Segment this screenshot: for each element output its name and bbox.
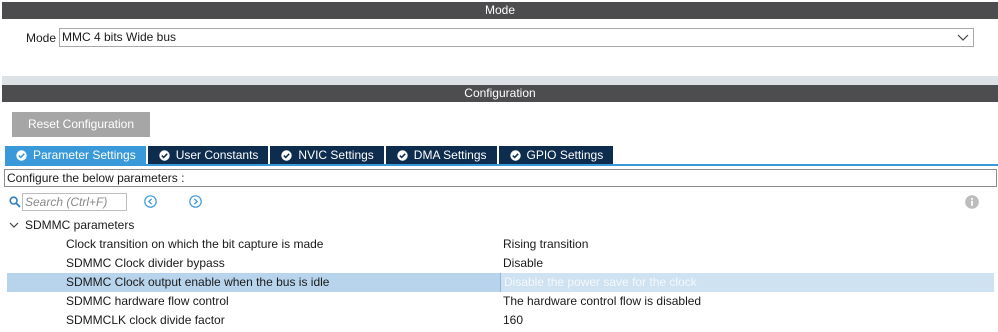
sdmmc-parameters-group[interactable]: SDMMC parameters [9,217,134,233]
parameter-name: SDMMC hardware flow control [66,294,229,308]
check-circle-icon [159,149,170,161]
settings-tabs: Parameter Settings User Constants NVIC S… [5,146,615,164]
group-title: SDMMC parameters [25,218,135,232]
check-circle-icon [397,149,408,161]
next-match-icon[interactable] [189,195,202,208]
tab-parameter-settings[interactable]: Parameter Settings [5,146,146,164]
parameter-value[interactable]: Rising transition [503,236,588,253]
reset-configuration-button[interactable]: Reset Configuration [12,112,150,137]
check-circle-icon [16,149,27,161]
search-input[interactable] [22,193,127,211]
tab-nvic-settings[interactable]: NVIC Settings [270,146,384,164]
parameter-name: Clock transition on which the bit captur… [66,237,324,251]
parameter-row[interactable]: Clock transition on which the bit captur… [7,235,994,254]
check-circle-icon [509,149,521,161]
tab-label: NVIC Settings [298,148,374,162]
mode-section-header: Mode [2,2,998,19]
search-icon [9,196,21,208]
tab-label: User Constants [175,148,259,162]
parameter-row-selected[interactable]: SDMMC Clock output enable when the bus i… [7,273,994,292]
previous-match-icon[interactable] [144,195,157,208]
parameter-row[interactable]: SDMMC hardware flow control The hardware… [7,292,994,311]
tab-label: GPIO Settings [526,148,604,162]
tab-dma-settings[interactable]: DMA Settings [385,146,497,164]
info-icon[interactable] [965,195,979,209]
tab-label: DMA Settings [413,148,487,162]
mode-select[interactable]: MMC 4 bits Wide bus [59,28,974,47]
tab-user-constants[interactable]: User Constants [147,146,269,164]
parameter-value[interactable]: Disable the power save for the clock [500,273,994,292]
section-divider [2,76,998,85]
tab-gpio-settings[interactable]: GPIO Settings [498,146,614,164]
check-circle-icon [281,149,293,161]
parameter-name: SDMMC Clock output enable when the bus i… [66,275,330,289]
chevron-down-icon [9,222,19,228]
configuration-section-header: Configuration [2,85,998,102]
parameters-info-text: Configure the below parameters : [4,169,997,187]
mode-select-value: MMC 4 bits Wide bus [62,30,177,44]
tab-underline [5,164,998,166]
parameter-row[interactable]: SDMMCLK clock divide factor 160 [7,311,994,330]
chevron-down-icon [957,34,969,41]
parameter-name: SDMMC Clock divider bypass [66,256,225,270]
parameter-value[interactable]: Disable [503,255,543,272]
parameter-row[interactable]: SDMMC Clock divider bypass Disable [7,254,994,273]
mode-label: Mode [26,31,57,45]
parameter-value[interactable]: 160 [503,312,523,329]
parameter-value[interactable]: The hardware control flow is disabled [503,293,701,310]
tab-label: Parameter Settings [33,148,136,162]
parameter-name: SDMMCLK clock divide factor [66,313,225,327]
